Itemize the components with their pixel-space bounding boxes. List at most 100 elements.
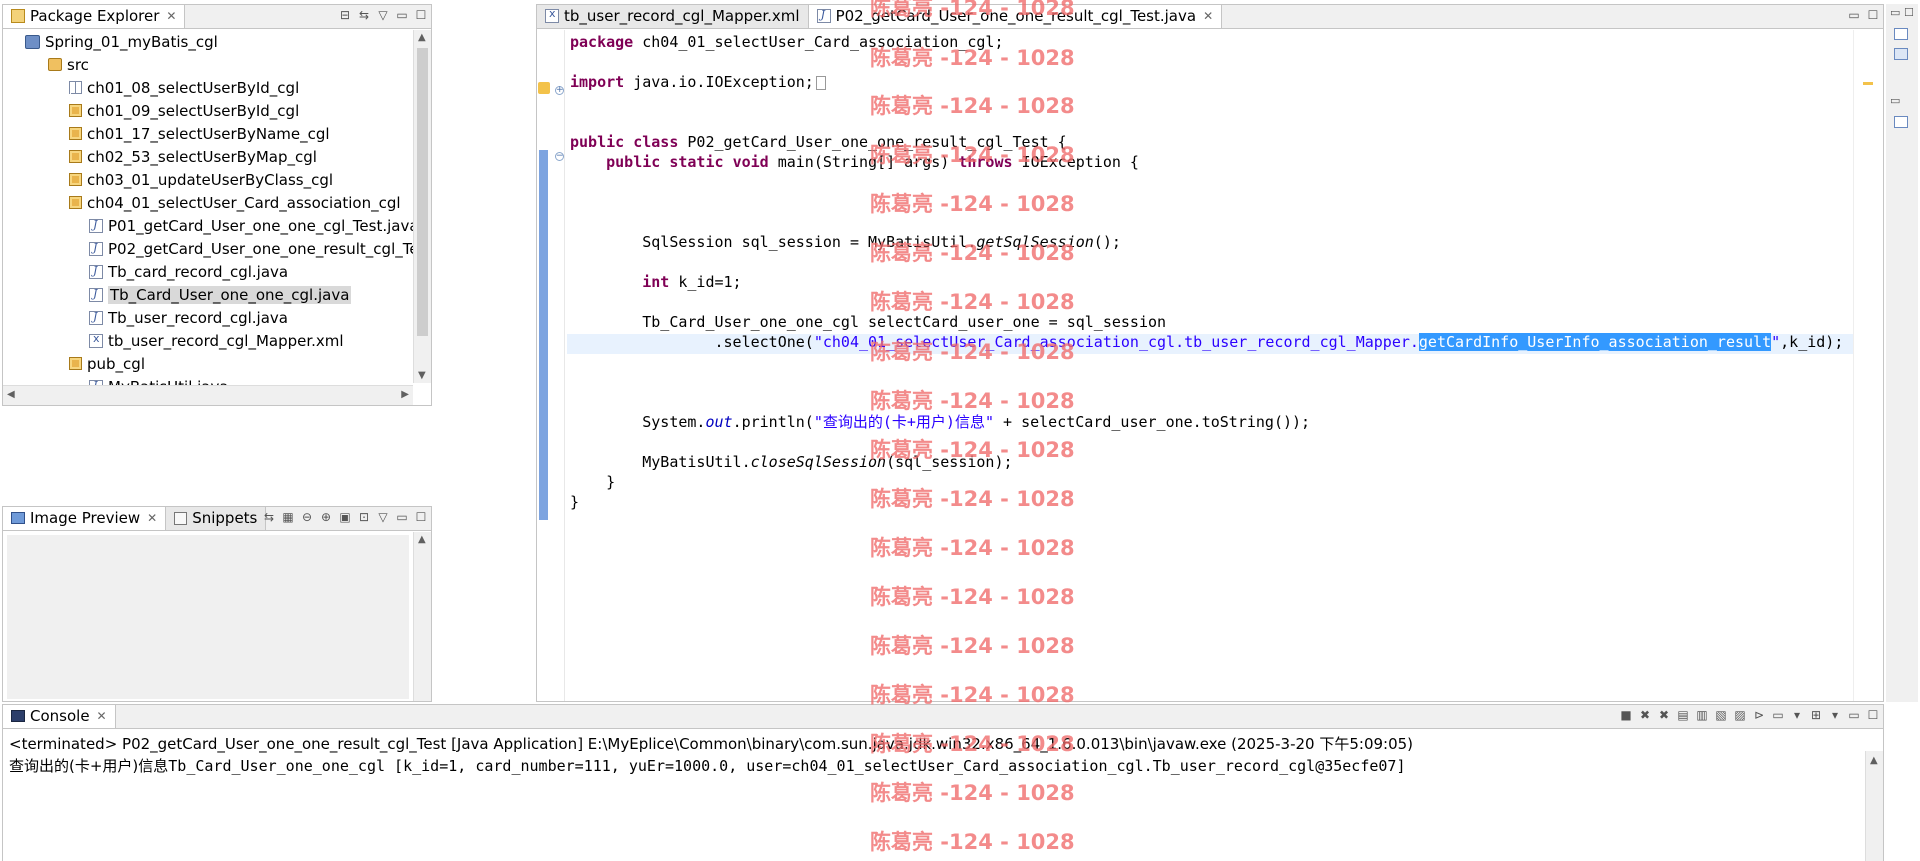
empty-package-icon: [69, 81, 82, 94]
outline-icon[interactable]: [1894, 48, 1908, 60]
code-line: .selectOne("ch04_01_selectUser_Card_asso…: [570, 333, 1844, 351]
scroll-up-icon[interactable]: ▲: [418, 32, 426, 43]
tree-item-label: ch01_09_selectUserById_cgl: [87, 101, 300, 120]
tree-item-label: P02_getCard_User_one_one_result_cgl_Test…: [108, 239, 431, 258]
editor-panel: tb_user_record_cgl_Mapper.xml P02_getCar…: [536, 4, 1884, 702]
code-line: public class P02_getCard_User_one_one_re…: [570, 133, 1067, 151]
package-explorer-title: Package Explorer: [30, 7, 160, 25]
image-preview-canvas: [7, 535, 409, 699]
minimize-icon[interactable]: ▭: [1890, 6, 1900, 19]
close-icon[interactable]: ✕: [147, 511, 157, 525]
java-file-icon: [89, 218, 103, 233]
tab-image-preview[interactable]: Image Preview ✕: [3, 507, 167, 530]
package-explorer-toolbar: ⊟ ⇆ ▽ ▭ ☐: [339, 8, 427, 22]
tree-item[interactable]: tb_user_record_cgl_Mapper.xml: [89, 331, 344, 350]
tree-item[interactable]: ch01_08_selectUserById_cgl: [69, 78, 299, 97]
package-explorer-panel: Package Explorer ✕ ⊟ ⇆ ▽ ▭ ☐ Spring_01_m…: [2, 4, 432, 406]
tab-snippets[interactable]: Snippets: [166, 507, 267, 530]
open-console-icon[interactable]: ⊞: [1810, 708, 1822, 722]
console-vertical-scrollbar[interactable]: ▲: [1865, 751, 1883, 861]
restore-icon[interactable]: [1894, 116, 1908, 128]
actual-size-icon[interactable]: ▣: [339, 510, 351, 524]
tab-p02-test-java[interactable]: P02_getCard_User_one_one_result_cgl_Test…: [808, 5, 1223, 28]
tree-item[interactable]: ch01_09_selectUserById_cgl: [69, 101, 299, 120]
tree-item[interactable]: ch02_53_selectUserByMap_cgl: [69, 147, 317, 166]
fit-window-icon[interactable]: ⊡: [358, 510, 370, 524]
console-output-line[interactable]: 查询出的(卡+用户)信息Tb_Card_User_one_one_cgl [k_…: [9, 755, 1406, 776]
editor-overview-ruler: [1853, 30, 1883, 701]
link-with-editor-icon[interactable]: ⇆: [358, 8, 370, 22]
close-icon[interactable]: ✕: [166, 9, 176, 23]
scroll-down-icon[interactable]: ▼: [418, 370, 426, 381]
image-fit-icon[interactable]: ▦: [282, 510, 294, 524]
code-line: SqlSession sql_session = MyBatisUtil.get…: [570, 233, 1121, 251]
tree-item-label: Tb_user_record_cgl.java: [108, 308, 288, 327]
zoom-out-icon[interactable]: ⊖: [301, 510, 313, 524]
package-icon: [69, 173, 82, 186]
scroll-lock-icon[interactable]: ▥: [1696, 708, 1708, 722]
link-icon[interactable]: ⇆: [263, 510, 275, 524]
maximize-icon[interactable]: ☐: [1867, 708, 1879, 722]
tree-item[interactable]: P02_getCard_User_one_one_result_cgl_Test…: [89, 239, 431, 258]
close-icon[interactable]: ✕: [97, 709, 107, 723]
scroll-up-icon[interactable]: ▲: [418, 534, 426, 545]
tree-item[interactable]: src: [48, 55, 89, 74]
scrollbar-thumb[interactable]: [417, 48, 428, 336]
view-menu-icon[interactable]: ▽: [377, 8, 389, 22]
tree-item[interactable]: ch01_17_selectUserByName_cgl: [69, 124, 330, 143]
tree-item[interactable]: P01_getCard_User_one_one_cgl_Test.java: [89, 216, 419, 235]
minimize-icon[interactable]: ▭: [396, 510, 408, 524]
close-icon[interactable]: ✕: [1203, 9, 1213, 23]
fold-collapse-icon[interactable]: −: [555, 152, 564, 161]
show-on-output-icon[interactable]: ▨: [1734, 708, 1746, 722]
code-editor[interactable]: + − package ch04_01_selectUser_Card_asso…: [537, 30, 1883, 701]
tab-mapper-xml[interactable]: tb_user_record_cgl_Mapper.xml: [537, 5, 809, 28]
tree-item[interactable]: Tb_user_record_cgl.java: [89, 308, 288, 327]
terminate-icon[interactable]: ■: [1620, 708, 1632, 722]
minimize-icon[interactable]: ▭: [1848, 8, 1860, 22]
preview-vertical-scrollbar[interactable]: ▲: [413, 532, 431, 701]
clear-console-icon[interactable]: ▤: [1677, 708, 1689, 722]
task-list-icon[interactable]: [1894, 28, 1908, 40]
package-icon: [69, 127, 82, 140]
pin-console-icon[interactable]: ⊳: [1753, 708, 1765, 722]
maximize-icon[interactable]: ☐: [1904, 6, 1914, 19]
maximize-icon[interactable]: ☐: [415, 8, 427, 22]
scroll-up-icon[interactable]: ▲: [1870, 755, 1878, 766]
display-console-icon[interactable]: ▭: [1772, 708, 1784, 722]
fold-expand-icon[interactable]: +: [555, 86, 564, 95]
maximize-icon[interactable]: ☐: [1867, 8, 1879, 22]
zoom-in-icon[interactable]: ⊕: [320, 510, 332, 524]
tree-item[interactable]: ch04_01_selectUser_Card_association_cgl: [69, 193, 401, 212]
tree-item[interactable]: Spring_01_myBatis_cgl: [25, 32, 218, 51]
minimize-icon[interactable]: ▭: [1848, 708, 1860, 722]
tree-horizontal-scrollbar[interactable]: ◀ ▶: [3, 385, 413, 405]
tab-console[interactable]: Console ✕: [3, 705, 116, 728]
warning-marker[interactable]: [1863, 82, 1873, 85]
minimize-icon[interactable]: ▭: [1890, 94, 1900, 107]
source-folder-icon: [48, 58, 62, 71]
code-text[interactable]: package ch04_01_selectUser_Card_associat…: [570, 30, 1853, 701]
snippets-title: Snippets: [192, 509, 258, 527]
editor-tab-label: tb_user_record_cgl_Mapper.xml: [564, 7, 800, 25]
tree-vertical-scrollbar[interactable]: ▲ ▼: [413, 30, 431, 383]
console-panel: Console ✕ ■ ✖ ✖ ▤ ▥ ▧ ▨ ⊳ ▭ ▾ ⊞ ▾ ▭ ☐ <t…: [2, 704, 1884, 861]
maximize-icon[interactable]: ☐: [415, 510, 427, 524]
folded-block-marker[interactable]: [815, 75, 826, 90]
remove-launch-icon[interactable]: ✖: [1639, 708, 1651, 722]
view-menu-icon[interactable]: ▽: [377, 510, 389, 524]
dropdown-icon[interactable]: ▾: [1829, 708, 1841, 722]
tree-item[interactable]: pub_cgl: [69, 354, 145, 373]
dropdown-icon[interactable]: ▾: [1791, 708, 1803, 722]
scroll-left-icon[interactable]: ◀: [7, 389, 15, 400]
word-wrap-icon[interactable]: ▧: [1715, 708, 1727, 722]
tree-item[interactable]: ch03_01_updateUserByClass_cgl: [69, 170, 333, 189]
selected-text[interactable]: getCardInfo_UserInfo_association_result: [1418, 333, 1772, 351]
tab-package-explorer[interactable]: Package Explorer ✕: [3, 5, 186, 28]
remove-all-icon[interactable]: ✖: [1658, 708, 1670, 722]
minimize-icon[interactable]: ▭: [396, 8, 408, 22]
collapse-all-icon[interactable]: ⊟: [339, 8, 351, 22]
tree-item[interactable]: Tb_Card_User_one_one_cgl.java: [89, 285, 352, 304]
tree-item[interactable]: Tb_card_record_cgl.java: [89, 262, 288, 281]
scroll-right-icon[interactable]: ▶: [401, 389, 409, 400]
